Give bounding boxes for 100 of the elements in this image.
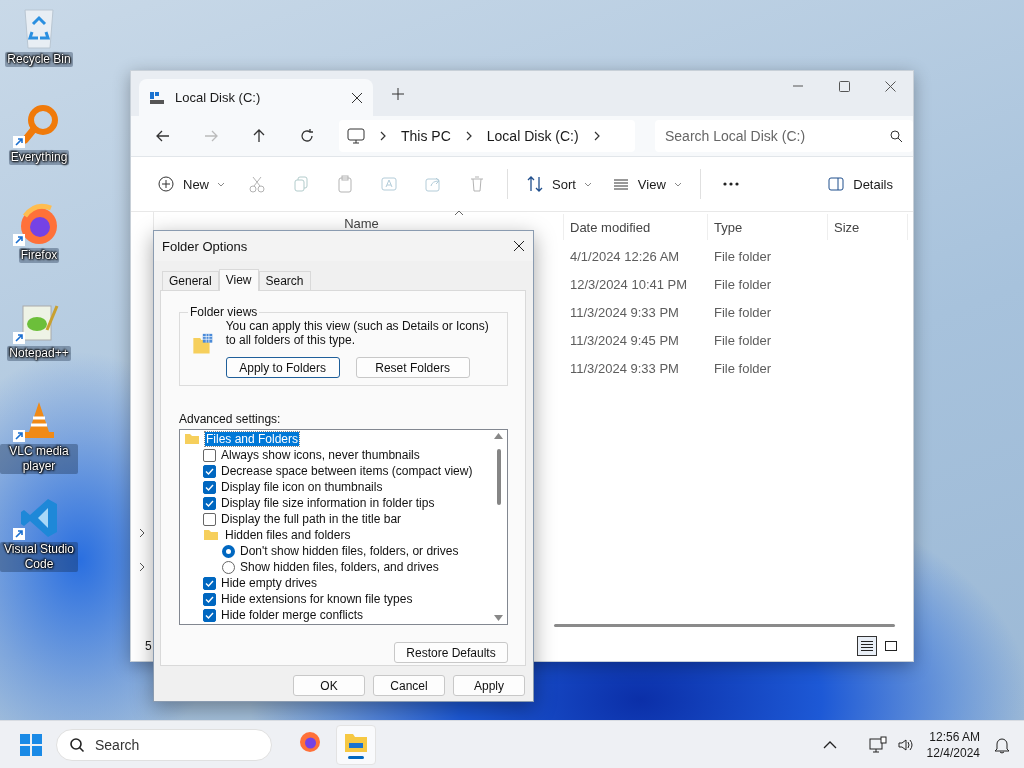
table-cell-text: File folder bbox=[713, 332, 773, 348]
shortcut-arrow-icon bbox=[13, 430, 25, 442]
tree-folder-label[interactable]: Files and Folders bbox=[205, 432, 300, 446]
checkbox[interactable] bbox=[203, 576, 216, 590]
drive-icon bbox=[149, 90, 165, 105]
breadcrumb-item[interactable]: Local Disk (C:) bbox=[486, 128, 579, 144]
new-tab-icon bbox=[391, 87, 405, 101]
shortcut-arrow-icon bbox=[13, 528, 25, 540]
clock-time[interactable]: 12:56 AM bbox=[929, 728, 980, 745]
dialog-tab[interactable]: General bbox=[162, 271, 219, 290]
details-button[interactable]: Details bbox=[819, 167, 901, 201]
search-icon bbox=[889, 129, 903, 143]
copy-icon bbox=[292, 175, 310, 193]
globe-icon bbox=[298, 729, 322, 754]
table-cell-text: File folder bbox=[713, 360, 773, 376]
folder-icon bbox=[203, 529, 219, 541]
rename-icon bbox=[380, 175, 398, 193]
view-button[interactable]: View bbox=[603, 167, 690, 201]
checkbox[interactable] bbox=[203, 448, 216, 462]
column-header[interactable]: Name bbox=[344, 216, 379, 231]
caret-icon bbox=[673, 181, 682, 187]
scroll-thumb[interactable] bbox=[496, 449, 501, 505]
folder-views-button[interactable]: Apply to Folders bbox=[225, 357, 340, 378]
breadcrumb-item[interactable]: This PC bbox=[401, 128, 451, 144]
column-header[interactable]: Type bbox=[714, 219, 743, 235]
caret-icon bbox=[583, 181, 592, 187]
dialog-button[interactable]: OK bbox=[293, 675, 365, 696]
description-text: You can apply this view (such as Details or Icons) to all folders of this type. bbox=[225, 319, 490, 347]
column-header[interactable]: Size bbox=[834, 219, 860, 235]
search-field[interactable]: Search Local Disk (C:) bbox=[655, 120, 913, 152]
sort-button[interactable]: Sort bbox=[518, 167, 600, 201]
panel-icon bbox=[827, 175, 846, 193]
dialog-title: Folder Options bbox=[162, 238, 248, 254]
sort-caret-icon bbox=[454, 210, 464, 216]
explorer-tab[interactable]: Local Disk (C:) bbox=[139, 79, 373, 116]
chevron-right-icon bbox=[592, 131, 601, 141]
plus-circle-icon bbox=[157, 175, 175, 193]
shortcut-arrow-icon bbox=[13, 136, 25, 148]
table-cell-text: 4/1/2024 12:26 AM bbox=[569, 248, 681, 264]
scroll-down-icon bbox=[494, 615, 503, 621]
table-cell-text: 12/3/2024 10:41 PM bbox=[569, 276, 689, 292]
network-icon bbox=[868, 735, 887, 754]
bell-icon bbox=[994, 735, 1010, 754]
chevron-right-icon bbox=[464, 131, 473, 141]
status-text: 5 bbox=[145, 639, 152, 653]
dialog-tab[interactable]: View bbox=[218, 269, 259, 291]
desktop-icon-label[interactable]: Visual Studio Code bbox=[0, 542, 78, 572]
chevron-right-icon bbox=[379, 131, 387, 141]
scissors-icon bbox=[248, 175, 266, 193]
dialog-button[interactable]: Apply bbox=[453, 675, 525, 696]
checkbox-label: Hide extensions for known file types bbox=[221, 592, 413, 606]
dialog-tab[interactable]: Search bbox=[258, 271, 311, 290]
tree-folder-label[interactable]: Hidden files and folders bbox=[224, 528, 352, 542]
trash-icon bbox=[468, 175, 486, 193]
maximize-icon bbox=[838, 80, 850, 92]
column-header[interactable]: Date modified bbox=[570, 219, 651, 235]
scrollbar[interactable] bbox=[554, 624, 895, 627]
refresh-icon bbox=[298, 127, 316, 145]
caret-icon bbox=[217, 181, 225, 187]
table-cell-text: 11/3/2024 9:45 PM bbox=[569, 332, 680, 348]
address-bar[interactable]: This PC Local Disk (C:) bbox=[339, 120, 635, 152]
radio-button[interactable] bbox=[222, 544, 235, 558]
square-icon bbox=[885, 641, 897, 651]
scroll-up-icon bbox=[494, 433, 503, 439]
minimize-icon bbox=[793, 85, 803, 87]
monitor-icon bbox=[347, 128, 365, 144]
details-view-button[interactable] bbox=[857, 636, 877, 656]
radio-label: Show hidden files, folders, and drives bbox=[240, 560, 439, 574]
checkbox[interactable] bbox=[203, 496, 216, 510]
taskbar-app-button[interactable] bbox=[336, 724, 376, 765]
table-cell-text: File folder bbox=[713, 276, 773, 292]
checkbox[interactable] bbox=[203, 608, 216, 622]
sort-arrows-icon bbox=[526, 175, 544, 193]
table-cell-text: 11/3/2024 9:33 PM bbox=[569, 304, 680, 320]
restore-defaults-button[interactable]: Restore Defaults bbox=[394, 642, 508, 663]
dialog-button[interactable]: Cancel bbox=[373, 675, 445, 696]
desktop-icon-label[interactable]: VLC media player bbox=[0, 444, 78, 474]
shortcut-arrow-icon bbox=[13, 234, 25, 246]
clock-date[interactable]: 12/4/2024 bbox=[926, 744, 980, 761]
chevron-right-icon bbox=[138, 528, 146, 538]
folder-views-button[interactable]: Reset Folders bbox=[355, 357, 470, 378]
new-button[interactable]: New bbox=[149, 167, 233, 201]
checkbox-label: Display file icon on thumbnails bbox=[221, 480, 383, 494]
close-icon bbox=[351, 91, 363, 104]
checkbox[interactable] bbox=[203, 464, 216, 478]
checkbox-label: Always show icons, never thumbnails bbox=[221, 448, 420, 462]
table-cell-text: 11/3/2024 9:33 PM bbox=[569, 360, 680, 376]
checkbox-label: Decrease space between items (compact view) bbox=[221, 464, 473, 478]
radio-label: Don't show hidden files, folders, or drives bbox=[240, 544, 459, 558]
radio-button[interactable] bbox=[222, 560, 235, 574]
checkbox[interactable] bbox=[203, 592, 216, 606]
taskbar-search-field[interactable]: Search bbox=[56, 728, 272, 761]
checkbox[interactable] bbox=[203, 512, 216, 526]
checkbox[interactable] bbox=[203, 480, 216, 494]
share-icon bbox=[424, 175, 442, 193]
close-icon bbox=[513, 240, 525, 252]
checkbox-label: Display the full path in the title bar bbox=[221, 512, 402, 526]
checkbox-label: Display file size information in folder tips bbox=[221, 496, 435, 510]
shortcut-arrow-icon bbox=[13, 332, 25, 344]
table-cell-text: File folder bbox=[713, 304, 773, 320]
